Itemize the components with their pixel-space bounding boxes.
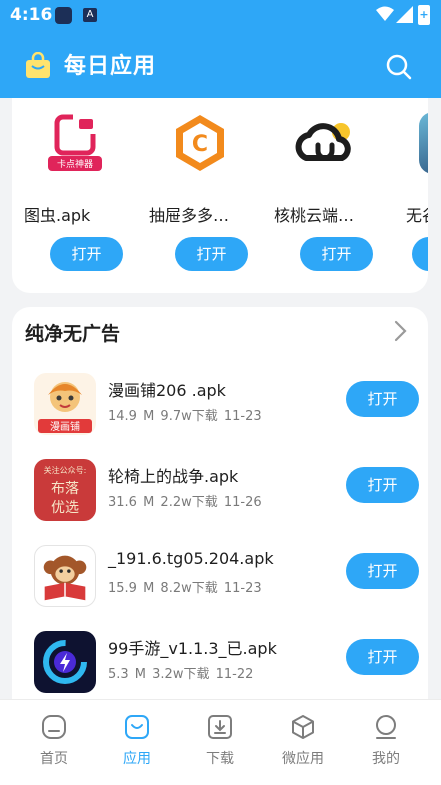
open-button[interactable]: 打开 bbox=[346, 381, 419, 417]
svg-text:C: C bbox=[192, 132, 208, 157]
svg-text:优选: 优选 bbox=[51, 500, 79, 516]
chouti-app-icon: C bbox=[169, 112, 231, 174]
app-list-item[interactable]: 漫画铺 漫画铺206 .apk 14.9 M 9.7w下载 11-23 打开 bbox=[12, 373, 428, 459]
home-icon bbox=[42, 715, 66, 739]
shouyou99-app-icon bbox=[34, 631, 96, 693]
download-icon bbox=[208, 715, 232, 739]
app-list-item[interactable]: _191.6.tg05.204.apk 15.9 M 8.2w下载 11-23 … bbox=[12, 545, 428, 631]
open-button[interactable]: 打开 bbox=[50, 237, 123, 271]
app-meta: 15.9 M 8.2w下载 11-23 bbox=[108, 581, 262, 596]
tuchong-app-icon: 卡点神器 bbox=[44, 112, 106, 174]
app-name: 漫画铺206 .apk bbox=[108, 381, 226, 400]
app-list-item[interactable]: 关注公众号: 布落 优选 轮椅上的战争.apk 31.6 M 2.2w下载 11… bbox=[12, 459, 428, 545]
open-button[interactable]: 打开 bbox=[300, 237, 373, 271]
app-meta: 14.9 M 9.7w下载 11-23 bbox=[108, 409, 262, 424]
tab-label: 应用 bbox=[123, 751, 151, 767]
tab-label: 微应用 bbox=[282, 751, 324, 767]
svg-text:布落: 布落 bbox=[51, 481, 79, 497]
notification-app-icon bbox=[55, 7, 72, 24]
signal-icon bbox=[396, 6, 413, 23]
hetao-cloud-app-icon bbox=[294, 112, 356, 174]
apps-icon bbox=[125, 715, 149, 739]
status-time: 4:16 bbox=[10, 5, 53, 25]
wifi-icon bbox=[376, 6, 394, 21]
open-button[interactable]: 打开 bbox=[175, 237, 248, 271]
status-bar: 4:16 A + bbox=[0, 0, 441, 30]
tab-label: 首页 bbox=[40, 751, 68, 767]
app-name: 99手游_v1.1.3_已.apk bbox=[108, 639, 277, 658]
tab-label: 我的 bbox=[372, 751, 400, 767]
featured-app-name: 图虫.apk bbox=[24, 206, 91, 225]
monkey-reader-app-icon bbox=[34, 545, 96, 607]
featured-app-name: 核桃云端… bbox=[274, 206, 355, 225]
app-meta: 5.3 M 3.2w下载 11-22 bbox=[108, 667, 254, 682]
open-button[interactable]: 打开 bbox=[346, 467, 419, 503]
tab-downloads[interactable]: 下载 bbox=[185, 714, 255, 768]
svg-text:漫画铺: 漫画铺 bbox=[50, 420, 80, 433]
page-title: 每日应用 bbox=[64, 54, 157, 79]
app-header: 每日应用 bbox=[0, 30, 441, 98]
open-button[interactable]: 打开 bbox=[346, 639, 419, 675]
battery-icon: + bbox=[418, 5, 430, 25]
app-list-item[interactable]: 99手游_v1.1.3_已.apk 5.3 M 3.2w下载 11-22 打开 bbox=[12, 631, 428, 699]
section-title: 纯净无广告 bbox=[25, 323, 121, 345]
notification-a-icon: A bbox=[83, 8, 97, 22]
wugu-app-icon bbox=[419, 112, 428, 174]
open-button[interactable]: 打开 bbox=[346, 553, 419, 589]
tab-label: 下载 bbox=[206, 751, 234, 767]
app-name: _191.6.tg05.204.apk bbox=[108, 549, 274, 568]
search-icon[interactable] bbox=[386, 54, 412, 80]
tab-micro-apps[interactable]: 微应用 bbox=[268, 714, 338, 768]
app-name: 轮椅上的战争.apk bbox=[108, 467, 239, 486]
svg-text:关注公众号:: 关注公众号: bbox=[44, 465, 87, 475]
open-button[interactable]: 打开 bbox=[412, 237, 428, 271]
svg-text:卡点神器: 卡点神器 bbox=[57, 158, 93, 170]
profile-icon bbox=[376, 715, 396, 739]
clean-no-ads-section: 纯净无广告 漫画铺 漫画铺206 .apk 14.9 M 9.7w下载 11-2… bbox=[12, 307, 428, 699]
tab-home[interactable]: 首页 bbox=[19, 714, 89, 768]
chevron-right-icon[interactable] bbox=[392, 320, 408, 342]
featured-app-name: 抽屉多多… bbox=[149, 206, 230, 225]
wheelchair-war-app-icon: 关注公众号: 布落 优选 bbox=[34, 459, 96, 521]
tab-apps[interactable]: 应用 bbox=[102, 714, 172, 768]
tab-profile[interactable]: 我的 bbox=[351, 714, 421, 768]
manhuapu-app-icon: 漫画铺 bbox=[34, 373, 96, 435]
shopping-bag-icon bbox=[26, 52, 50, 78]
app-meta: 31.6 M 2.2w下载 11-26 bbox=[108, 495, 262, 510]
bottom-tab-bar: 首页 应用 下载 微应用 我的 bbox=[0, 699, 441, 785]
cube-icon bbox=[292, 715, 314, 739]
featured-app-name: 无谷 bbox=[406, 206, 428, 225]
featured-apps-card: 卡点神器 图虫.apk 打开 C 抽屉多多… 打开 核桃云端… 打开 无 bbox=[12, 98, 428, 293]
